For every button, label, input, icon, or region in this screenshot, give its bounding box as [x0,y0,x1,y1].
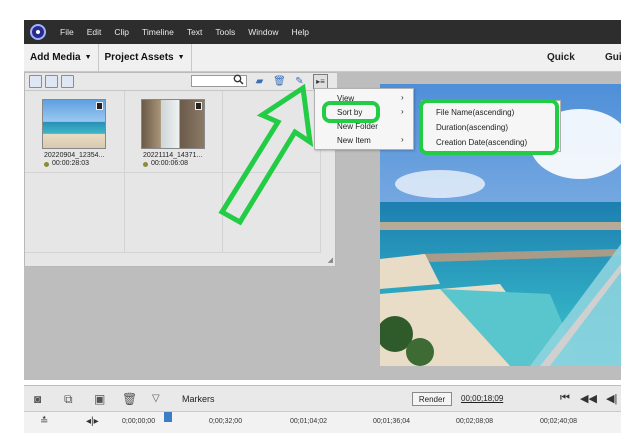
ruler-tick: 00;01;36;04 [373,418,410,425]
project-assets-button[interactable]: Project Assets ▼ [99,44,192,71]
caret-down-icon: ▼ [84,54,92,61]
show-audio-icon[interactable] [61,75,74,88]
menu-tools[interactable]: Tools [215,27,235,37]
trash-icon[interactable]: 🗑 [122,392,137,406]
menu-text[interactable]: Text [187,27,203,37]
project-assets-label: Project Assets [104,52,174,63]
workspace-background [24,267,380,380]
ruler-tick: 0;00;32;00 [209,418,243,425]
highlight-sort-submenu [419,99,559,155]
timeline-toolbar: ◙ ⧉ ▣ 🗑 ▽ Markers Render 00;00;18;09 ⏮ ◀… [24,385,621,411]
menu-help[interactable]: Help [292,27,309,37]
go-to-start-icon[interactable]: ⏮ [560,392,570,405]
ruler-tick: 00;01;04;02 [290,418,327,425]
asset-name: 20221114_14371... [143,152,203,159]
menu-timeline[interactable]: Timeline [142,27,174,37]
highlight-sort-by [322,101,380,123]
asset-name: 20220904_12354... [44,152,105,159]
play-back-icon[interactable]: ◀| [606,392,617,405]
add-media-button[interactable]: Add Media ▼ [24,44,99,71]
playhead-icon[interactable] [164,412,172,422]
menu-window[interactable]: Window [248,27,278,37]
export-icon[interactable]: ⧉ [64,392,73,407]
track-settings-icon[interactable]: ≛ [40,416,48,427]
clip-icon[interactable]: ▣ [94,392,105,406]
timeline-ruler[interactable]: ≛ ◂|▸ 0;00;00;00 0;00;32;00 00;01;04;02 … [24,411,621,433]
menu-item-new-item[interactable]: New Item [337,136,371,145]
app-window: File Edit Clip Timeline Text Tools Windo… [0,0,621,433]
menu-clip[interactable]: Clip [114,27,129,37]
asset-duration: 00:00:28:03 [52,160,89,167]
status-dot-icon [143,162,148,167]
caret-down-icon: ▼ [177,54,185,61]
submenu-arrow-icon: › [401,107,404,116]
current-timecode[interactable]: 00;00;18;09 [461,394,503,403]
step-back-icon[interactable]: ◀◀ [580,392,597,405]
resize-grip-icon[interactable]: ◢ [328,256,333,264]
camera-icon[interactable]: ◙ [34,392,41,406]
asset-cell-empty [25,173,125,253]
annotation-arrow-icon [218,83,314,226]
submenu-arrow-icon: › [401,93,404,102]
menu-item-new-folder[interactable]: New Folder [337,122,378,131]
app-logo-icon[interactable] [30,24,46,40]
markers-dropdown[interactable]: Markers [182,394,215,404]
marker-icon[interactable]: ▽ [152,393,160,404]
render-label: Render [418,394,446,404]
show-image-icon[interactable] [45,75,58,88]
asset-duration: 00:00:06:08 [151,160,188,167]
ruler-tick: 0;00;00;00 [122,418,156,425]
menu-bar: File Edit Clip Timeline Text Tools Windo… [24,20,621,44]
ruler-tick: 00;02;08;08 [456,418,493,425]
film-icon [96,102,103,110]
add-media-label: Add Media [30,52,81,63]
ruler-tick: 00;02;40;08 [540,418,577,425]
submenu-arrow-icon: › [401,135,404,144]
asset-thumbnail[interactable] [42,99,106,149]
menu-edit[interactable]: Edit [87,27,102,37]
asset-thumbnail[interactable] [141,99,205,149]
status-dot-icon [44,162,49,167]
mode-quick-tab[interactable]: Quick [547,52,575,63]
asset-cell[interactable]: 20220904_12354... 00:00:28:03 [25,91,125,173]
render-button[interactable]: Render [412,392,452,406]
show-video-icon[interactable] [29,75,42,88]
audio-wave-icon[interactable]: ◂|▸ [86,416,99,427]
mode-guided-tab[interactable]: Gui [605,52,621,63]
header-bar: Add Media ▼ Project Assets ▼ Quick Gui [24,44,621,72]
menu-file[interactable]: File [60,27,74,37]
